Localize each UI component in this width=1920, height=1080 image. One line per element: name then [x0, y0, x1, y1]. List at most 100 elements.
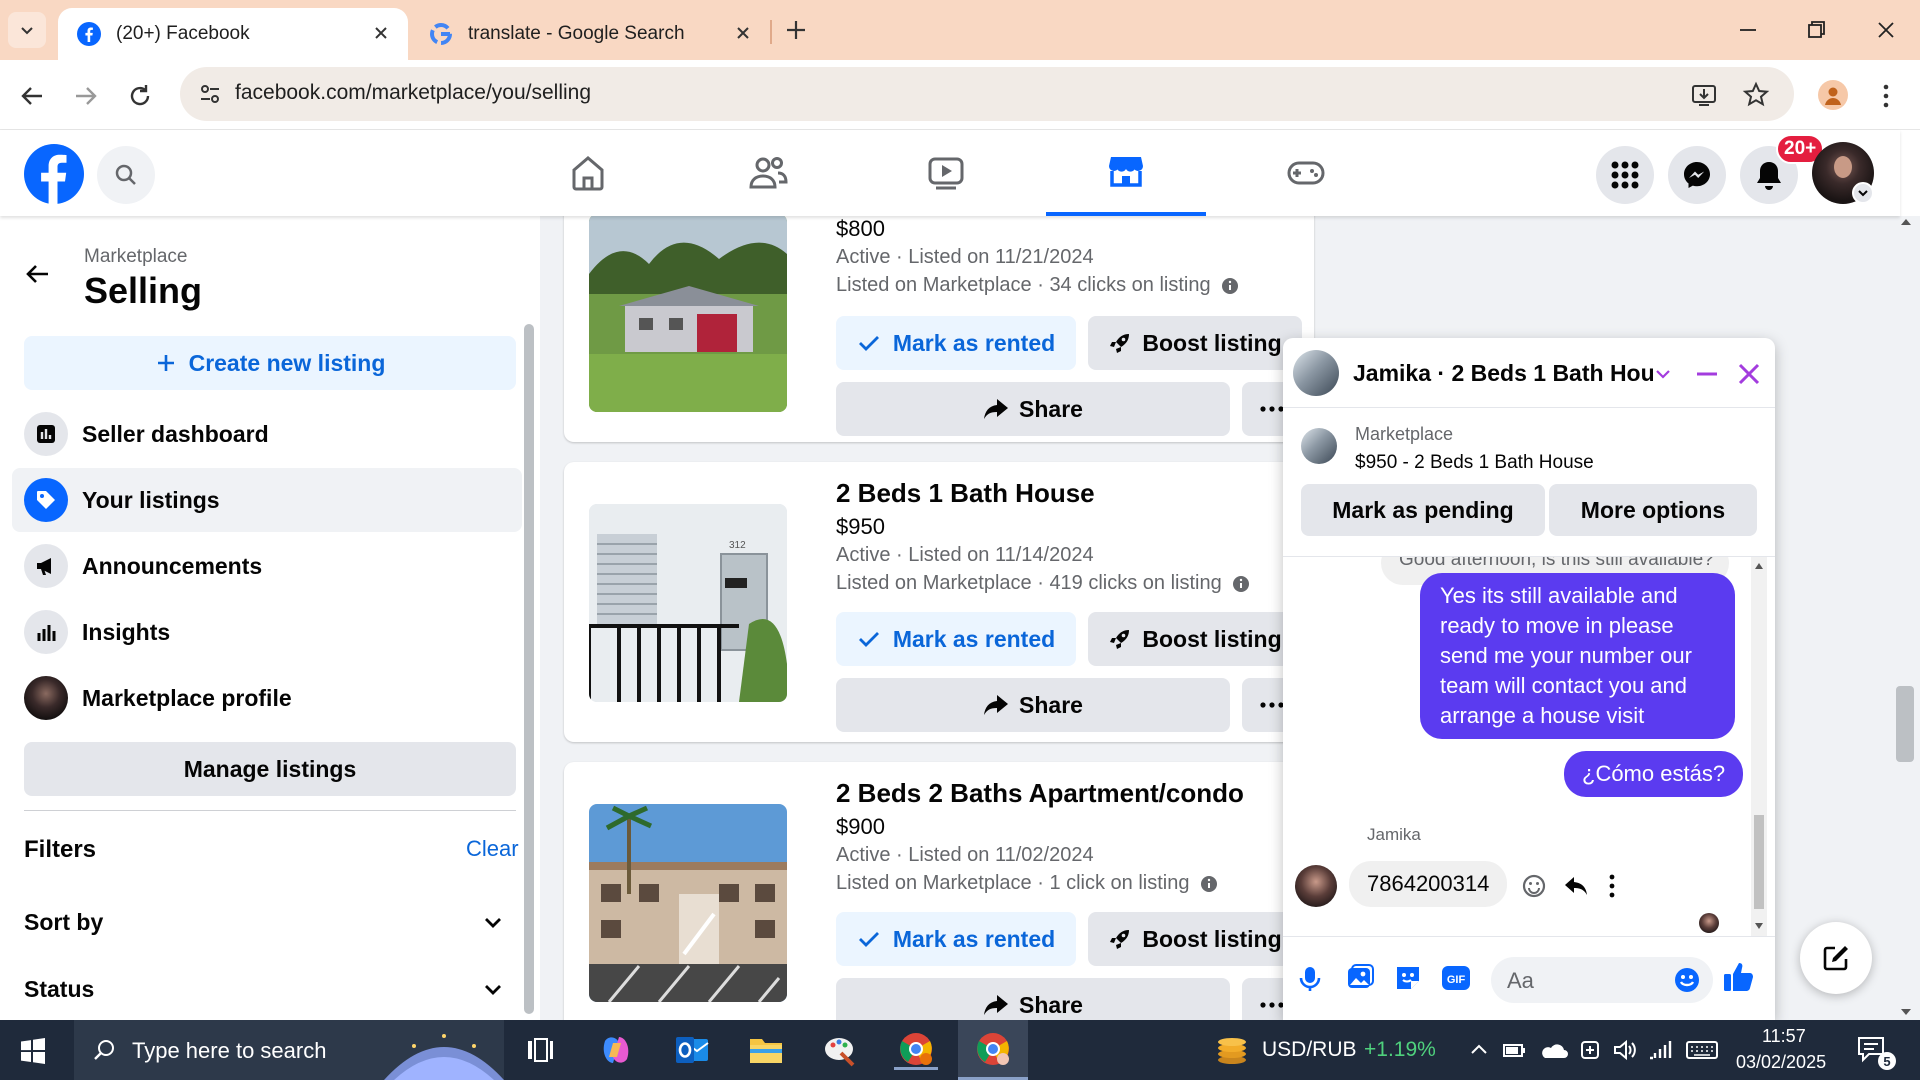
ticker-coins-icon[interactable]	[1214, 1032, 1250, 1066]
browser-menu-icon[interactable]	[1876, 82, 1896, 110]
scroll-down-icon[interactable]	[1754, 921, 1764, 931]
mark-as-rented-button[interactable]: Mark as rented	[836, 912, 1076, 966]
listing-title[interactable]: 2 Beds 1 Bath House	[836, 478, 1095, 509]
tab-search-dropdown[interactable]	[8, 12, 46, 48]
clock-date[interactable]: 03/02/2025	[1736, 1052, 1826, 1073]
forward-icon[interactable]	[72, 82, 100, 110]
sidebar-item-seller-dashboard[interactable]: Seller dashboard	[12, 402, 522, 466]
chrome-active-app[interactable]	[958, 1020, 1028, 1080]
emoji-icon[interactable]	[1673, 966, 1701, 994]
wifi-icon[interactable]	[1648, 1038, 1674, 1062]
info-icon[interactable]	[1232, 575, 1250, 593]
address-bar[interactable]: facebook.com/marketplace/you/selling	[180, 67, 1794, 121]
bookmark-star-icon[interactable]	[1742, 81, 1770, 109]
ticker-change[interactable]: +1.19%	[1364, 1038, 1436, 1062]
install-app-icon[interactable]	[1690, 81, 1718, 109]
defender-icon[interactable]	[1578, 1038, 1602, 1062]
sidebar-item-insights[interactable]: Insights	[12, 600, 522, 664]
facebook-logo-icon[interactable]	[23, 143, 85, 205]
nav-friends[interactable]	[688, 130, 848, 216]
scroll-down-icon[interactable]	[1900, 1006, 1912, 1018]
close-window-icon[interactable]	[1870, 14, 1902, 46]
account-chevron[interactable]	[1852, 182, 1874, 204]
nav-home[interactable]	[508, 130, 668, 216]
boost-listing-button[interactable]: Boost listing	[1088, 612, 1302, 666]
clear-filters-link[interactable]: Clear	[466, 836, 519, 862]
chrome-profile-app[interactable]	[894, 1030, 938, 1070]
page-scrollbar[interactable]	[1896, 686, 1914, 762]
close-chat-icon[interactable]	[1737, 362, 1761, 386]
search-button[interactable]	[97, 146, 155, 204]
more-options-button[interactable]: More options	[1549, 484, 1757, 536]
react-icon[interactable]	[1521, 873, 1547, 899]
new-tab-icon[interactable]	[784, 18, 808, 42]
mark-as-pending-button[interactable]: Mark as pending	[1301, 484, 1545, 536]
photo-icon[interactable]	[1345, 963, 1375, 993]
paint-app[interactable]	[818, 1030, 862, 1070]
chat-title[interactable]: Jamika · 2 Beds 1 Bath Hou...	[1353, 360, 1653, 387]
message-bubble-sent[interactable]: Yes its still available and ready to mov…	[1420, 573, 1735, 739]
scroll-up-icon[interactable]	[1754, 561, 1764, 571]
sidebar-item-announcements[interactable]: Announcements	[12, 534, 522, 598]
chevron-down-icon[interactable]	[1655, 366, 1671, 382]
profile-avatar[interactable]	[1818, 80, 1848, 110]
site-settings-icon[interactable]	[198, 82, 222, 106]
listing-title[interactable]: 2 Beds 2 Baths Apartment/condo	[836, 778, 1244, 809]
message-input[interactable]: Aa	[1491, 957, 1713, 1003]
chat-scroll-thumb[interactable]	[1754, 815, 1764, 909]
share-button[interactable]: Share	[836, 382, 1230, 436]
copilot-app[interactable]	[594, 1030, 638, 1070]
manage-listings-button[interactable]: Manage listings	[24, 742, 516, 796]
minimize-chat-icon[interactable]	[1695, 362, 1719, 386]
reply-icon[interactable]	[1563, 873, 1589, 899]
new-message-button[interactable]	[1800, 922, 1872, 994]
restore-icon[interactable]	[1800, 14, 1832, 46]
sidebar-item-marketplace-profile[interactable]: Marketplace profile	[12, 666, 522, 730]
thumbs-up-icon[interactable]	[1721, 959, 1757, 995]
message-more-icon[interactable]	[1607, 873, 1617, 899]
menu-button[interactable]	[1596, 146, 1654, 204]
sidebar-item-your-listings[interactable]: Your listings	[12, 468, 522, 532]
status-filter[interactable]: Status	[24, 973, 504, 1005]
file-explorer-app[interactable]	[744, 1030, 788, 1070]
notification-center-button[interactable]: 5	[1856, 1034, 1896, 1070]
microphone-icon[interactable]	[1297, 965, 1323, 993]
browser-tab-google[interactable]: translate - Google Search	[410, 8, 770, 60]
browser-tab-facebook[interactable]: (20+) Facebook	[58, 8, 408, 60]
back-arrow-icon[interactable]	[24, 260, 52, 288]
info-icon[interactable]	[1221, 277, 1239, 295]
nav-video[interactable]	[866, 130, 1026, 216]
windows-start-icon[interactable]	[20, 1038, 46, 1064]
message-bubble-received[interactable]: 7864200314	[1349, 861, 1508, 907]
chat-context-item[interactable]: $950 - 2 Beds 1 Bath House	[1355, 452, 1594, 474]
chat-avatar[interactable]	[1293, 350, 1339, 396]
scroll-up-icon[interactable]	[1900, 216, 1912, 228]
sticker-icon[interactable]	[1393, 963, 1423, 993]
listing-photo[interactable]	[589, 804, 787, 1002]
create-listing-button[interactable]: Create new listing	[24, 336, 516, 390]
sort-by-filter[interactable]: Sort by	[24, 906, 504, 938]
ticker-label[interactable]: USD/RUB	[1262, 1038, 1357, 1062]
clock-time[interactable]: 11:57	[1762, 1026, 1806, 1047]
breadcrumb[interactable]: Marketplace	[84, 246, 188, 268]
boost-listing-button[interactable]: Boost listing	[1088, 912, 1302, 966]
nav-marketplace[interactable]	[1046, 130, 1206, 216]
close-tab-icon[interactable]	[370, 22, 392, 44]
boost-listing-button[interactable]: Boost listing	[1088, 316, 1302, 370]
onedrive-icon[interactable]	[1538, 1040, 1568, 1060]
url-text[interactable]: facebook.com/marketplace/you/selling	[235, 81, 591, 105]
taskbar-search[interactable]: Type here to search	[74, 1020, 504, 1080]
messenger-button[interactable]	[1668, 146, 1726, 204]
back-icon[interactable]	[18, 82, 46, 110]
chat-scrollbar[interactable]	[1751, 557, 1767, 936]
listing-photo[interactable]: 312	[589, 504, 787, 702]
gif-icon[interactable]: GIF	[1441, 965, 1471, 991]
tray-expand-icon[interactable]	[1470, 1042, 1488, 1056]
sidebar-scrollbar[interactable]	[524, 324, 534, 1014]
share-button[interactable]: Share	[836, 978, 1230, 1020]
volume-icon[interactable]	[1612, 1038, 1638, 1062]
chat-header[interactable]: Jamika · 2 Beds 1 Bath Hou...	[1283, 338, 1775, 408]
mark-as-rented-button[interactable]: Mark as rented	[836, 316, 1076, 370]
sender-avatar[interactable]	[1295, 865, 1337, 907]
outlook-app[interactable]	[670, 1030, 714, 1070]
